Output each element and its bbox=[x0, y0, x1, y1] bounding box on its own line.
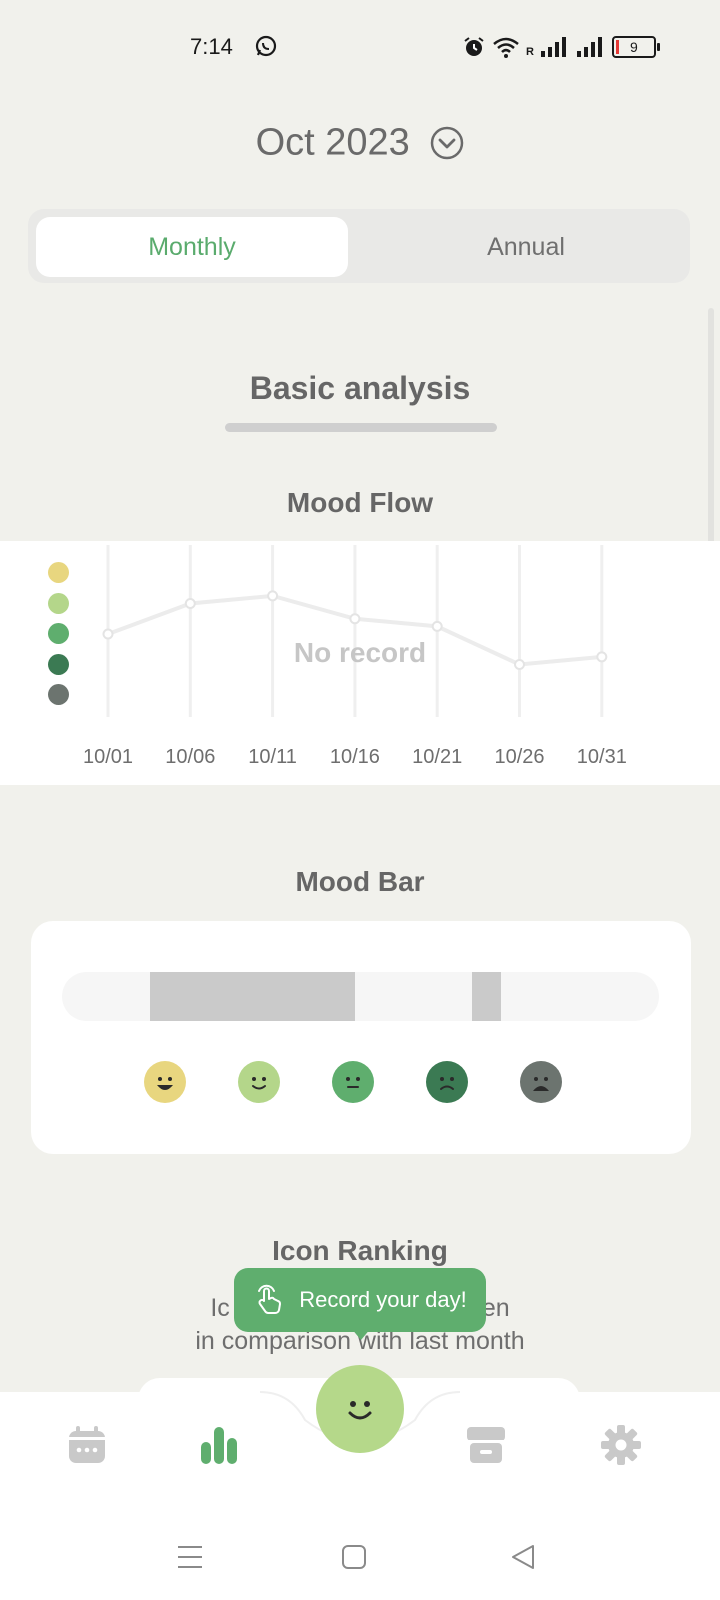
system-nav bbox=[0, 1512, 720, 1600]
very-happy-face-icon bbox=[144, 1061, 186, 1103]
mood-flow-title: Mood Flow bbox=[286, 487, 434, 518]
x-tick-label: 10/01 bbox=[82, 746, 134, 768]
signal-icon bbox=[540, 37, 566, 57]
system-menu-button[interactable] bbox=[173, 1540, 207, 1574]
section-underline bbox=[225, 423, 497, 432]
battery-level: 9 bbox=[630, 39, 638, 55]
record-tooltip[interactable]: Record your day! bbox=[234, 1268, 486, 1332]
signal-icon bbox=[576, 37, 602, 57]
mood-data-point bbox=[431, 620, 443, 632]
menu-icon bbox=[178, 1546, 202, 1568]
record-mood-button[interactable] bbox=[316, 1365, 404, 1453]
mood-bar-card bbox=[31, 921, 691, 1154]
x-tick-label: 10/11 bbox=[248, 746, 297, 768]
settings-icon bbox=[601, 1425, 641, 1465]
mood-bar-title: Mood Bar bbox=[295, 866, 425, 897]
very-sad-face-icon bbox=[520, 1061, 562, 1103]
nav-store[interactable] bbox=[461, 1420, 511, 1470]
status-icons: R 9 bbox=[462, 34, 660, 60]
month-selector[interactable]: Oct 2023 bbox=[0, 120, 720, 164]
wifi-icon bbox=[493, 37, 519, 58]
alarm-icon bbox=[464, 37, 484, 56]
stats-icon bbox=[201, 1427, 237, 1464]
tab-monthly[interactable]: Monthly bbox=[36, 217, 348, 277]
calendar-icon bbox=[69, 1426, 105, 1463]
tab-annual[interactable]: Annual bbox=[370, 217, 682, 277]
back-icon bbox=[512, 1545, 534, 1569]
mood-bar-segment bbox=[472, 972, 501, 1021]
no-record-text: No record bbox=[293, 637, 427, 668]
tooltip-tail bbox=[351, 1328, 371, 1340]
whatsapp-icon bbox=[254, 34, 278, 58]
status-time: 7:14 bbox=[190, 34, 233, 59]
chevron-down-circle-icon[interactable] bbox=[430, 126, 464, 160]
smile-face-icon bbox=[348, 1401, 372, 1420]
store-icon bbox=[467, 1427, 505, 1463]
sad-face-icon bbox=[426, 1061, 468, 1103]
nav-stats[interactable] bbox=[194, 1420, 244, 1470]
icon-ranking-title: Icon Ranking bbox=[272, 1235, 448, 1266]
mood-bar-track bbox=[62, 972, 659, 1021]
mood-bar-segment bbox=[150, 972, 355, 1021]
x-tick-label: 10/26 bbox=[494, 746, 545, 768]
month-label: Oct 2023 bbox=[255, 121, 410, 164]
x-tick-label: 10/21 bbox=[412, 746, 463, 768]
mood-data-point bbox=[349, 613, 361, 625]
network-roaming-label: R bbox=[526, 46, 534, 58]
neutral-face-icon bbox=[332, 1061, 374, 1103]
x-tick-label: 10/06 bbox=[165, 746, 216, 768]
tap-hand-icon bbox=[258, 1284, 282, 1314]
system-back-button[interactable] bbox=[506, 1540, 540, 1574]
mood-flow-chart: No record 10/01 10/06 10/11 10/16 10/21 10/26… bbox=[0, 541, 720, 785]
period-tabs: Monthly Annual bbox=[28, 209, 690, 283]
mood-data-point bbox=[267, 590, 279, 602]
mood-data-point bbox=[184, 598, 196, 609]
x-tick-label: 10/16 bbox=[329, 746, 380, 768]
subtitle-line-1-start: Ic bbox=[210, 1294, 230, 1322]
happy-face-icon bbox=[238, 1061, 280, 1103]
battery-icon: 9 bbox=[611, 36, 660, 58]
section-title: Basic analysis bbox=[249, 370, 471, 406]
tooltip-text: Record your day! bbox=[299, 1287, 467, 1312]
nav-calendar[interactable] bbox=[62, 1420, 112, 1470]
x-tick-label: 10/31 bbox=[576, 746, 627, 768]
system-home-button[interactable] bbox=[337, 1540, 371, 1574]
nav-settings[interactable] bbox=[596, 1420, 646, 1470]
home-icon bbox=[342, 1545, 366, 1569]
